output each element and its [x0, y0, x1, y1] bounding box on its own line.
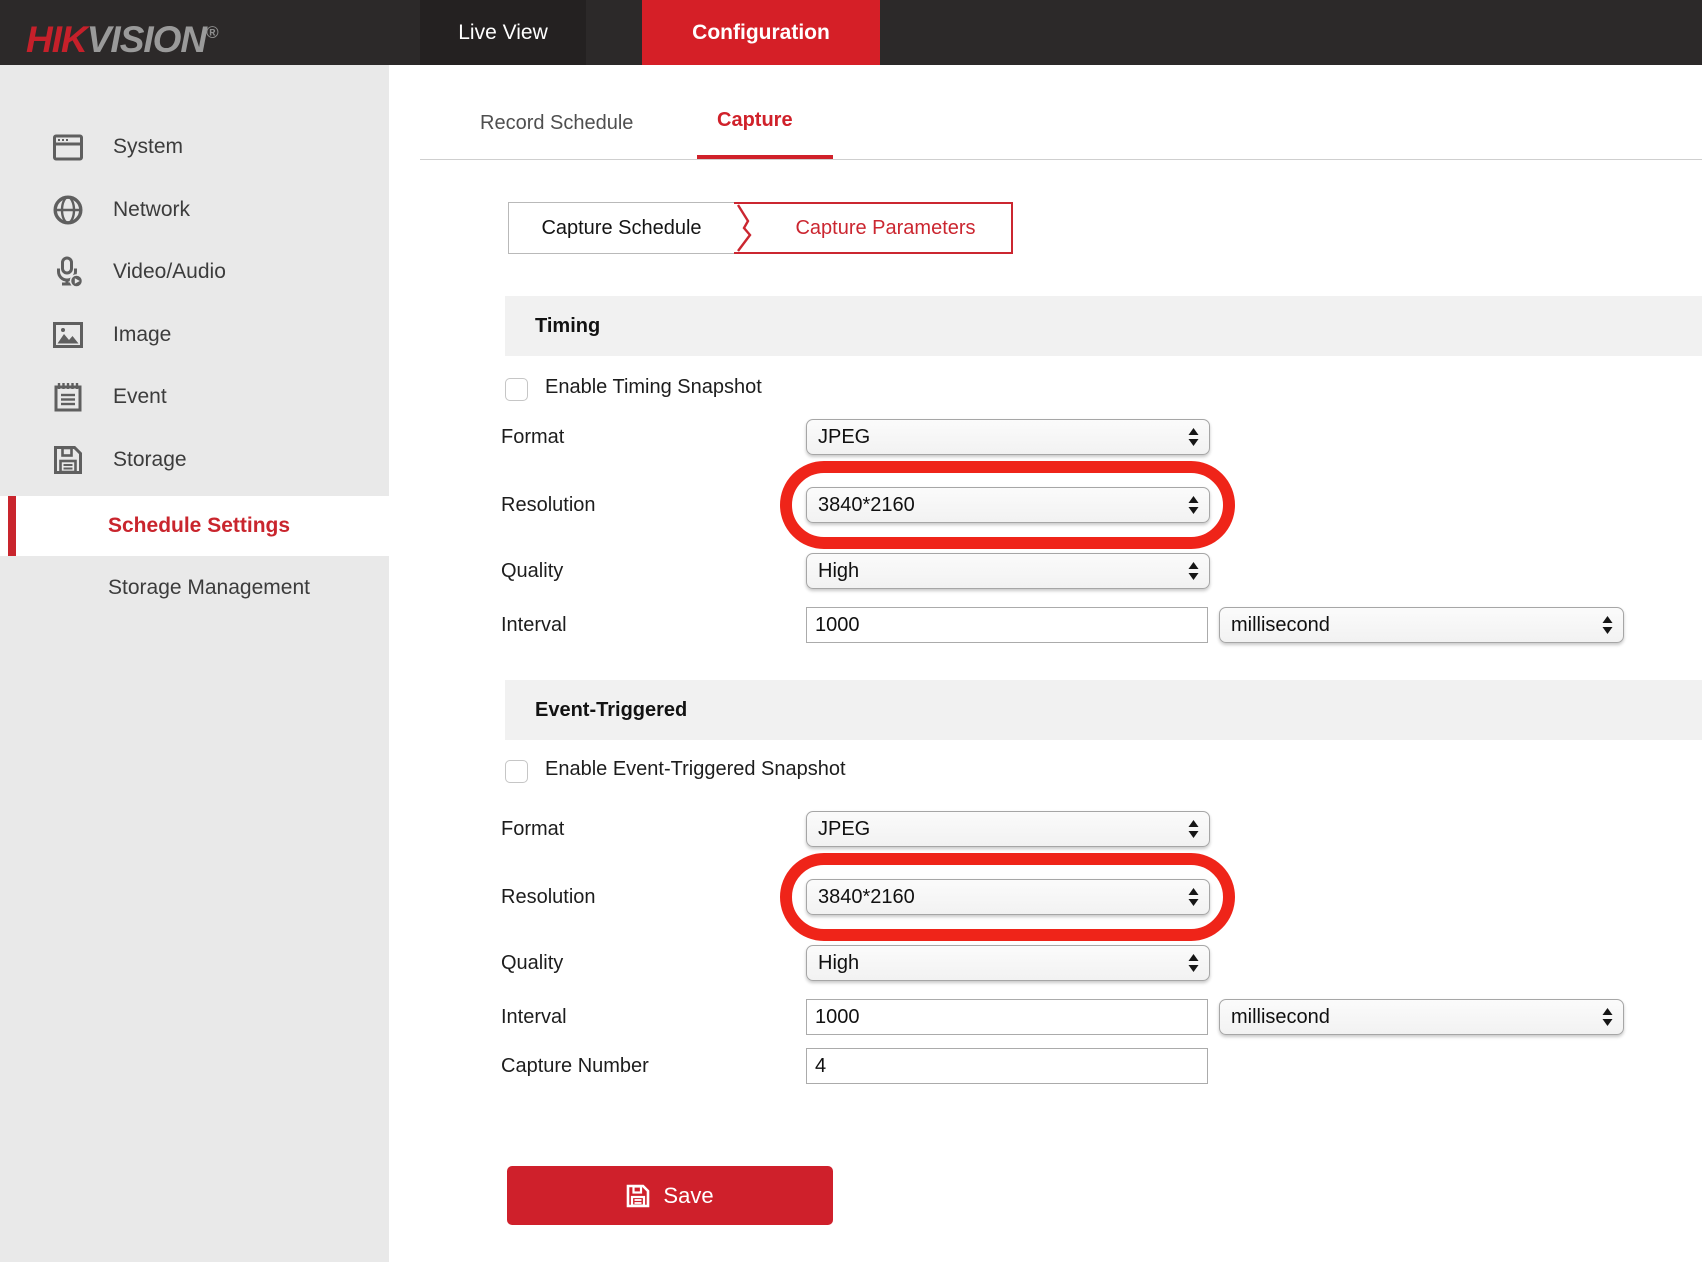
event-triggered-section-header: Event-Triggered — [505, 680, 1702, 740]
event-resolution-row: Resolution 3840*2160 — [501, 879, 1681, 915]
hikvision-configuration-page: HIKVISION® Live View Configuration Syste… — [0, 0, 1702, 1262]
event-capture-number-label: Capture Number — [501, 1048, 649, 1084]
select-stepper-icon — [1187, 426, 1200, 453]
timing-format-label: Format — [501, 419, 564, 455]
select-stepper-icon — [1187, 494, 1200, 521]
select-stepper-icon — [1601, 614, 1614, 641]
event-interval-unit-select[interactable]: millisecond — [1219, 999, 1624, 1035]
timing-resolution-row: Resolution 3840*2160 — [501, 487, 1681, 523]
globe-icon — [52, 194, 84, 226]
timing-resolution-select[interactable]: 3840*2160 — [806, 487, 1210, 523]
event-format-select[interactable]: JPEG — [806, 811, 1210, 847]
timing-section-header: Timing — [505, 296, 1702, 356]
sidebar-item-storage[interactable]: Storage — [0, 440, 389, 480]
sidebar-item-schedule-settings[interactable]: Schedule Settings — [0, 496, 389, 556]
system-window-icon — [52, 131, 84, 163]
select-stepper-icon — [1187, 886, 1200, 913]
event-interval-unit-value: millisecond — [1231, 1000, 1330, 1034]
sidebar-item-storage-management[interactable]: Storage Management — [0, 568, 389, 608]
chevron-right-icon — [734, 202, 760, 254]
enable-event-snapshot-label: Enable Event-Triggered Snapshot — [545, 758, 846, 781]
sidebar: System Network Video/Audio Image Event — [0, 65, 389, 1262]
sidebar-item-label: Event — [113, 377, 167, 417]
timing-format-row: Format JPEG — [501, 419, 1681, 455]
sidebar-item-label: Storage — [113, 440, 187, 480]
subtab-capture-parameters[interactable]: Capture Parameters — [760, 202, 1013, 254]
active-item-red-bar — [8, 496, 16, 556]
timing-interval-unit-select[interactable]: millisecond — [1219, 607, 1624, 643]
event-capture-number-input[interactable] — [806, 1048, 1208, 1084]
save-button[interactable]: Save — [507, 1166, 833, 1225]
event-interval-input[interactable] — [806, 999, 1208, 1035]
timing-section-title: Timing — [535, 296, 600, 356]
microphone-play-icon — [52, 256, 84, 288]
timing-interval-row: Interval millisecond — [501, 607, 1681, 643]
logo-hik: HIK — [26, 19, 87, 60]
timing-quality-select[interactable]: High — [806, 553, 1210, 589]
event-resolution-select[interactable]: 3840*2160 — [806, 879, 1210, 915]
event-triggered-section-title: Event-Triggered — [535, 680, 687, 740]
event-quality-label: Quality — [501, 945, 563, 981]
registered-mark: ® — [206, 23, 219, 42]
sidebar-item-video-audio[interactable]: Video/Audio — [0, 252, 389, 292]
sidebar-item-network[interactable]: Network — [0, 190, 389, 230]
sidebar-item-label: Schedule Settings — [108, 496, 290, 556]
select-stepper-icon — [1187, 818, 1200, 845]
event-interval-row: Interval millisecond — [501, 999, 1681, 1035]
timing-resolution-value: 3840*2160 — [818, 488, 915, 522]
subtab-capture-schedule[interactable]: Capture Schedule — [508, 202, 734, 254]
sidebar-item-label: Image — [113, 315, 171, 355]
event-quality-select[interactable]: High — [806, 945, 1210, 981]
select-stepper-icon — [1601, 1006, 1614, 1033]
timing-interval-label: Interval — [501, 607, 567, 643]
logo-vision: VISION — [87, 19, 206, 60]
enable-event-snapshot-checkbox[interactable] — [505, 760, 528, 783]
timing-quality-label: Quality — [501, 553, 563, 589]
select-stepper-icon — [1187, 952, 1200, 979]
tab-capture[interactable]: Capture — [717, 109, 793, 132]
enable-timing-snapshot-label: Enable Timing Snapshot — [545, 376, 762, 399]
tabs-divider-line — [420, 159, 1702, 160]
save-button-label: Save — [663, 1183, 713, 1209]
select-stepper-icon — [1187, 560, 1200, 587]
save-floppy-icon — [626, 1184, 650, 1208]
capture-subtabs: Capture Schedule Capture Parameters — [508, 202, 1013, 254]
enable-timing-snapshot-checkbox[interactable] — [505, 378, 528, 401]
event-format-value: JPEG — [818, 812, 870, 846]
event-quality-row: Quality High — [501, 945, 1681, 981]
event-interval-label: Interval — [501, 999, 567, 1035]
nav-tab-live-view[interactable]: Live View — [420, 0, 586, 65]
timing-interval-input[interactable] — [806, 607, 1208, 643]
timing-interval-unit-value: millisecond — [1231, 608, 1330, 642]
hikvision-logo: HIKVISION® — [26, 0, 219, 65]
event-format-row: Format JPEG — [501, 811, 1681, 847]
timing-quality-value: High — [818, 554, 859, 588]
timing-format-select[interactable]: JPEG — [806, 419, 1210, 455]
nav-tab-configuration[interactable]: Configuration — [642, 0, 880, 65]
sidebar-item-label: Video/Audio — [113, 252, 226, 292]
sidebar-item-image[interactable]: Image — [0, 315, 389, 355]
picture-icon — [52, 319, 84, 351]
top-bar: HIKVISION® Live View Configuration — [0, 0, 1702, 65]
tab-record-schedule[interactable]: Record Schedule — [480, 112, 633, 135]
event-format-label: Format — [501, 811, 564, 847]
sidebar-item-system[interactable]: System — [0, 127, 389, 167]
main-content: Record Schedule Capture Capture Schedule… — [389, 65, 1702, 1262]
event-resolution-value: 3840*2160 — [818, 880, 915, 914]
sidebar-item-event[interactable]: Event — [0, 377, 389, 417]
sidebar-item-label: Network — [113, 190, 190, 230]
timing-resolution-label: Resolution — [501, 487, 596, 523]
sidebar-item-label: System — [113, 127, 183, 167]
event-resolution-label: Resolution — [501, 879, 596, 915]
event-capture-number-row: Capture Number — [501, 1048, 1681, 1084]
timing-quality-row: Quality High — [501, 553, 1681, 589]
sidebar-item-label: Storage Management — [108, 568, 310, 608]
timing-format-value: JPEG — [818, 420, 870, 454]
event-quality-value: High — [818, 946, 859, 980]
notepad-icon — [52, 381, 84, 413]
floppy-disk-icon — [52, 444, 84, 476]
